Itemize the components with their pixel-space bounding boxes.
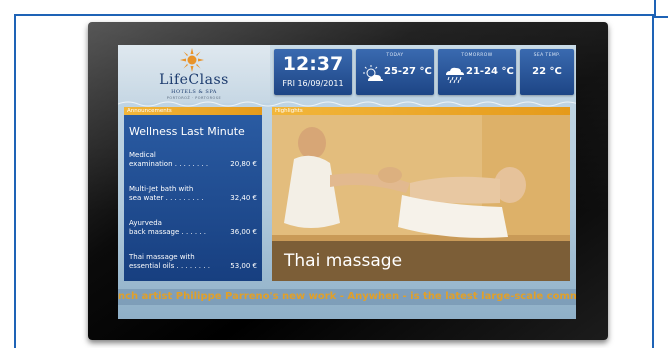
item-name-line2: essential oils [129, 262, 175, 270]
item-name-line1: Multi-Jet bath with [129, 185, 194, 193]
logo-area: LifeClass HOTELS & SPA PORTOROŽ · PORTOR… [118, 45, 270, 103]
item-price: 36,00 € [230, 228, 257, 236]
weather-today-label: TODAY [386, 53, 404, 58]
sun-logo-icon [180, 48, 204, 72]
sun-cloud-icon [363, 65, 383, 81]
item-price: 53,00 € [230, 262, 257, 270]
corner-tab [654, 0, 668, 18]
announcement-item: Multi-Jet bath with sea water . . . . . … [129, 185, 257, 203]
highlight-caption: Thai massage [284, 251, 403, 271]
item-price: 32,40 € [230, 194, 257, 202]
weather-tomorrow-tile: TOMORROW 21-24 °C [438, 49, 516, 95]
item-name-line2: sea water [129, 194, 164, 202]
item-price: 20,80 € [230, 160, 257, 168]
item-name-line1: Medical [129, 151, 156, 159]
announcements-title: Wellness Last Minute [129, 125, 245, 138]
sea-temp-value: 22 °C [532, 66, 562, 77]
leader-dots: . . . . . . . . [172, 160, 209, 168]
ticker-text: nch artist Philippe Parreno's new work -… [118, 291, 576, 302]
highlights-photo: Thai massage [272, 115, 570, 281]
item-name-line1: Ayurveda [129, 219, 162, 227]
announcement-item: Medical examination . . . . . . . . 20,80… [129, 151, 257, 169]
clock-time: 12:37 [282, 53, 344, 75]
weather-tomorrow-label: TOMORROW [461, 53, 493, 58]
weather-today-temp: 25-27 °C [384, 66, 432, 77]
item-name-line2: examination [129, 160, 173, 168]
weather-today-tile: TODAY 25-27 °C [356, 49, 434, 95]
item-name-line2: back massage [129, 228, 180, 236]
wave-decoration [118, 101, 576, 107]
item-name-line1: Thai massage with [129, 253, 195, 261]
highlights-label: Highlights [272, 107, 570, 115]
clock-tile: 12:37 FRI 16/09/2011 [274, 49, 352, 95]
signage-screen: LifeClass HOTELS & SPA PORTOROŽ · PORTOR… [118, 45, 576, 319]
rain-cloud-icon [446, 67, 464, 84]
announcement-item: Ayurveda back massage . . . . . . 36,00 € [129, 219, 257, 237]
brand-name: LifeClass [159, 72, 229, 88]
sea-temp-tile: SEA TEMP. 22 °C [520, 49, 574, 95]
weather-tomorrow-temp: 21-24 °C [466, 66, 514, 77]
brand-subtitle: HOTELS & SPA [171, 89, 217, 95]
leader-dots: . . . . . . . . . [163, 194, 204, 202]
announcements-panel: Wellness Last Minute Medical examination… [124, 115, 262, 281]
leader-dots: . . . . . . [179, 228, 207, 236]
announcement-item: Thai massage with essential oils . . . .… [129, 253, 257, 271]
sea-temp-label: SEA TEMP. [533, 53, 561, 58]
clock-date: FRI 16/09/2011 [282, 79, 344, 88]
announcements-label: Announcements [124, 107, 262, 115]
leader-dots: . . . . . . . . [174, 262, 210, 270]
news-ticker: nch artist Philippe Parreno's new work -… [118, 289, 576, 305]
